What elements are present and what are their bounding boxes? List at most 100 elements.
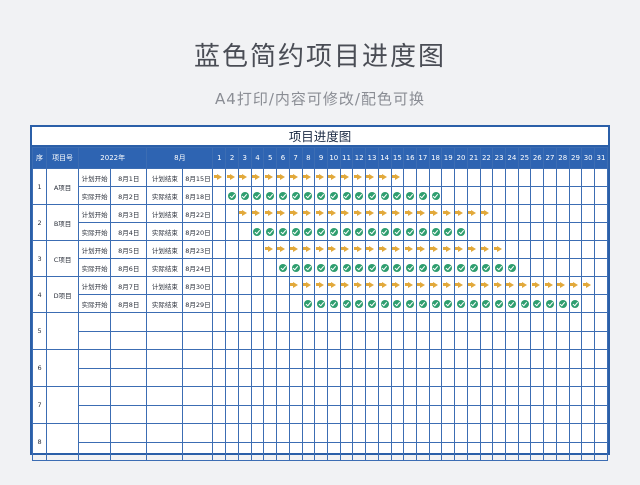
- day-cell: [441, 404, 456, 424]
- day-cell: [326, 441, 341, 461]
- header-day: 27: [543, 147, 557, 169]
- arrow-right-icon: [315, 281, 324, 288]
- header-day: 30: [581, 147, 596, 169]
- day-cell: [263, 186, 278, 205]
- day-cell: [466, 312, 481, 332]
- day-cell: [225, 349, 239, 369]
- day-cell: [326, 386, 341, 406]
- start-label: [78, 349, 112, 369]
- day-cell: [466, 186, 481, 205]
- arrow-right-icon: [442, 245, 451, 252]
- day-cell: [212, 312, 227, 332]
- start-date: [110, 367, 148, 387]
- day-cell: [403, 349, 417, 369]
- arrow-right-icon: [392, 245, 400, 252]
- check-circle-icon: [266, 227, 275, 236]
- day-cell: [212, 423, 227, 443]
- header-year: 2022年: [78, 147, 148, 169]
- table-row: 5: [31, 312, 608, 350]
- day-cell: [441, 276, 456, 295]
- day-cell: [276, 423, 290, 443]
- day-cell: [339, 404, 354, 424]
- day-cell: [301, 404, 316, 424]
- day-cell: [276, 367, 290, 387]
- day-cell: [250, 258, 265, 277]
- check-circle-icon: [393, 299, 402, 308]
- header-day: 25: [517, 147, 532, 169]
- day-cell: [415, 222, 430, 241]
- day-cell: [454, 386, 468, 406]
- day-cell: [225, 276, 239, 295]
- day-cell: [326, 330, 341, 350]
- day-cell: [594, 386, 608, 406]
- day-cell: [288, 349, 303, 369]
- day-cell: [530, 204, 545, 223]
- start-label: [78, 386, 112, 406]
- check-circle-icon: [495, 299, 504, 308]
- arrow-right-icon: [264, 245, 273, 252]
- day-cell: [505, 367, 519, 387]
- day-cell: [314, 168, 328, 187]
- day-cell: [466, 386, 481, 406]
- day-cell: [339, 258, 354, 277]
- start-date: 8月4日: [110, 222, 148, 241]
- check-circle-icon: [418, 191, 427, 200]
- arrow-right-icon: [366, 245, 375, 252]
- day-cell: [263, 404, 278, 424]
- day-cell: [581, 367, 596, 387]
- arrow-right-icon: [392, 173, 400, 180]
- progress-table: 序 项目号 2022年 8月 1 2 3 4 5 6 7 8 9 10 11 12 13 14 15 16 17…: [31, 147, 608, 461]
- day-cell: [352, 386, 367, 406]
- table-row: 实际开始 8月6日 实际结束 8月24日: [33, 258, 608, 277]
- header-day: 28: [555, 147, 570, 169]
- day-cell: [454, 441, 468, 461]
- start-label: 实际开始: [78, 186, 112, 205]
- day-cell: [530, 367, 545, 387]
- day-cell: [441, 222, 456, 241]
- day-cell: [377, 240, 392, 259]
- arrow-right-icon: [417, 209, 426, 216]
- day-cell: [326, 404, 341, 424]
- header-day: 10: [326, 147, 341, 169]
- day-cell: [314, 349, 328, 369]
- day-cell: [568, 240, 583, 259]
- day-cell: [314, 294, 328, 313]
- end-date: [182, 441, 214, 461]
- day-cell: [326, 204, 341, 223]
- day-cell: [441, 258, 456, 277]
- day-cell: [263, 312, 278, 332]
- day-cell: [237, 186, 252, 205]
- day-cell: [543, 168, 557, 187]
- day-cell: [581, 423, 596, 443]
- day-cell: [250, 386, 265, 406]
- day-cell: [352, 204, 367, 223]
- day-cell: [581, 386, 596, 406]
- day-cell: [288, 186, 303, 205]
- day-cell: [390, 423, 405, 443]
- day-cell: [530, 349, 545, 369]
- check-circle-icon: [533, 299, 542, 308]
- arrow-right-icon: [264, 209, 273, 216]
- arrow-right-icon: [366, 209, 375, 216]
- header-day: 12: [352, 147, 367, 169]
- check-circle-icon: [342, 263, 351, 272]
- project-seq: 4: [31, 276, 48, 313]
- day-cell: [403, 423, 417, 443]
- day-cell: [492, 441, 506, 461]
- day-cell: [581, 276, 596, 295]
- day-cell: [212, 240, 227, 259]
- arrow-right-icon: [252, 173, 260, 180]
- end-date: 8月30日: [182, 276, 214, 295]
- arrow-right-icon: [379, 173, 388, 180]
- project-name: [46, 423, 80, 461]
- day-cell: [276, 441, 290, 461]
- day-cell: [581, 404, 596, 424]
- day-cell: [517, 367, 532, 387]
- arrow-right-icon: [353, 245, 362, 252]
- day-cell: [314, 222, 328, 241]
- day-cell: [301, 386, 316, 406]
- day-cell: [352, 349, 367, 369]
- arrow-right-icon: [557, 281, 566, 288]
- day-cell: [415, 367, 430, 387]
- day-cell: [339, 386, 354, 406]
